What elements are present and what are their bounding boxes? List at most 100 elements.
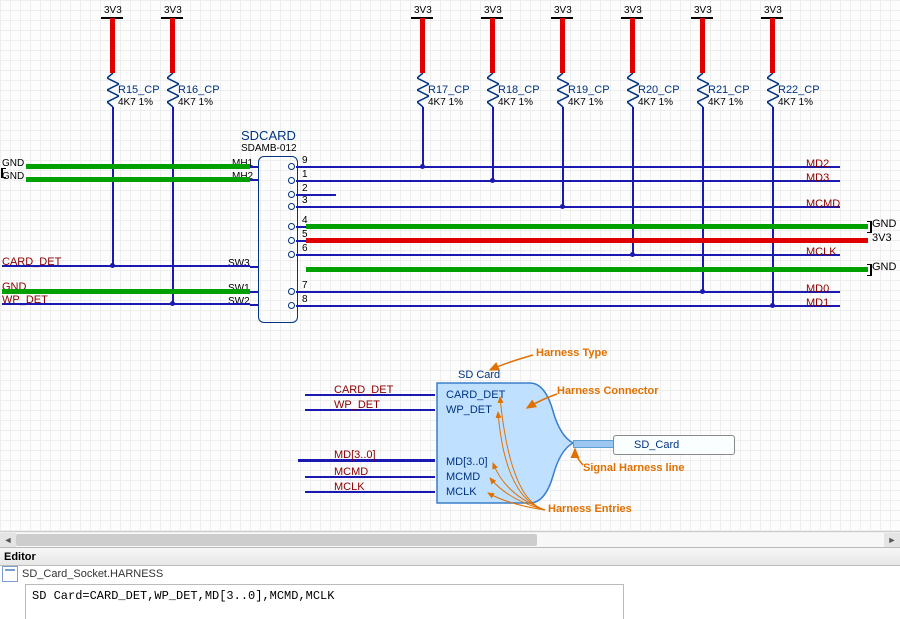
junction-dot xyxy=(630,252,635,257)
scroll-right-arrow[interactable]: ► xyxy=(884,533,900,547)
harness-definition-textarea[interactable]: SD Card=CARD_DET,WP_DET,MD[3..0],MCMD,MC… xyxy=(25,584,624,619)
net-wire xyxy=(306,305,840,307)
annotation-text: Signal Harness line xyxy=(583,462,684,474)
power-stub xyxy=(420,18,425,73)
net-label: MD3 xyxy=(806,172,829,184)
net-label: CARD_DET xyxy=(334,384,393,396)
power-label-3v3: 3V3 xyxy=(164,5,182,16)
power-stub xyxy=(110,18,115,73)
power-label-3v3: 3V3 xyxy=(484,5,502,16)
resistor-value: 4K7 1% xyxy=(778,97,813,108)
net-wire xyxy=(492,107,494,180)
net-wire xyxy=(306,166,840,168)
harness-entry: CARD_DET xyxy=(446,389,505,401)
power-stub xyxy=(700,18,705,73)
schematic-canvas[interactable]: 3V3 3V3 3V3 3V3 3V3 3V3 3V3 3V3 R15 xyxy=(0,0,900,531)
scroll-left-arrow[interactable]: ◄ xyxy=(0,533,16,547)
power-label-3v3: 3V3 xyxy=(624,5,642,16)
pin-circle xyxy=(288,302,295,309)
net-wire-gnd xyxy=(306,224,868,229)
file-name-label: SD_Card_Socket.HARNESS xyxy=(22,568,163,580)
annotation-text: Harness Connector xyxy=(557,385,658,397)
pin-line xyxy=(296,166,306,168)
net-wire xyxy=(562,107,564,206)
pin-number: 9 xyxy=(302,155,308,166)
net-wire xyxy=(422,107,424,167)
pin-circle xyxy=(288,237,295,244)
component-ref: SDCARD xyxy=(241,128,296,143)
net-wire-3v3 xyxy=(306,238,868,243)
pin-number: 1 xyxy=(302,169,308,180)
net-wire xyxy=(305,491,435,493)
net-wire-gnd xyxy=(306,267,868,272)
horizontal-scrollbar[interactable]: ◄ ► xyxy=(0,531,900,548)
net-wire xyxy=(112,107,114,265)
resistor-value: 4K7 1% xyxy=(178,97,213,108)
net-wire xyxy=(306,206,840,208)
editor-panel-header[interactable]: Editor xyxy=(0,547,900,566)
net-label: GND xyxy=(2,171,24,182)
net-wire xyxy=(306,254,840,256)
power-label-3v3: 3V3 xyxy=(414,5,432,16)
pin-line xyxy=(296,206,306,208)
power-label-3v3: 3V3 xyxy=(554,5,572,16)
scroll-thumb[interactable] xyxy=(16,534,537,546)
pin-line xyxy=(296,254,306,256)
resistor-value: 4K7 1% xyxy=(638,97,673,108)
harness-entry: MCLK xyxy=(446,486,477,498)
net-wire xyxy=(702,107,704,292)
net-label: MCLK xyxy=(806,246,837,258)
resistor-value: 4K7 1% xyxy=(498,97,533,108)
pin-line xyxy=(250,291,258,293)
net-wire-gnd xyxy=(26,177,250,182)
power-stub xyxy=(490,18,495,73)
pin-circle xyxy=(288,203,295,210)
file-icon xyxy=(2,566,18,582)
resistor-ref: R18_CP xyxy=(498,84,540,96)
net-label: MD[3..0] xyxy=(334,449,376,461)
pin-number: 3 xyxy=(302,195,308,206)
power-stub xyxy=(630,18,635,73)
pin-number: 6 xyxy=(302,243,308,254)
resistor-ref: R19_CP xyxy=(568,84,610,96)
pin-line xyxy=(296,226,306,228)
power-stub xyxy=(770,18,775,73)
pin-circle xyxy=(288,191,295,198)
file-tab[interactable]: SD_Card_Socket.HARNESS xyxy=(2,566,163,582)
resistor-ref: R22_CP xyxy=(778,84,820,96)
net-wire xyxy=(2,303,250,305)
pin-line xyxy=(250,166,258,168)
net-wire xyxy=(306,291,840,293)
resistor-ref: R16_CP xyxy=(178,84,220,96)
junction-dot xyxy=(110,263,115,268)
junction-dot xyxy=(170,301,175,306)
harness-entry: MD[3..0] xyxy=(446,456,488,468)
resistor-value: 4K7 1% xyxy=(708,97,743,108)
gnd-port-icon xyxy=(867,264,872,276)
pin-number: 2 xyxy=(302,183,308,194)
resistor-ref: R15_CP xyxy=(118,84,160,96)
scroll-track[interactable] xyxy=(16,533,884,547)
net-label: MCLK xyxy=(334,481,365,493)
harness-port[interactable]: SD_Card xyxy=(613,435,735,455)
net-label: MCMD xyxy=(806,198,840,210)
pin-line xyxy=(250,179,258,181)
pin-line xyxy=(296,240,306,242)
power-stub xyxy=(560,18,565,73)
pin-circle xyxy=(288,163,295,170)
net-wire xyxy=(306,194,336,196)
harness-entry: WP_DET xyxy=(446,404,492,416)
pin-circle xyxy=(288,223,295,230)
pin-line xyxy=(250,266,258,268)
power-label-3v3: 3V3 xyxy=(764,5,782,16)
net-wire xyxy=(306,180,840,182)
pin-name: SW3 xyxy=(228,258,250,269)
junction-dot xyxy=(490,178,495,183)
junction-dot xyxy=(560,204,565,209)
junction-dot xyxy=(770,303,775,308)
resistor-ref: R21_CP xyxy=(708,84,750,96)
power-stub xyxy=(170,18,175,73)
annotation-text: Harness Type xyxy=(536,347,607,359)
resistor-ref: R20_CP xyxy=(638,84,680,96)
net-wire xyxy=(172,107,174,303)
